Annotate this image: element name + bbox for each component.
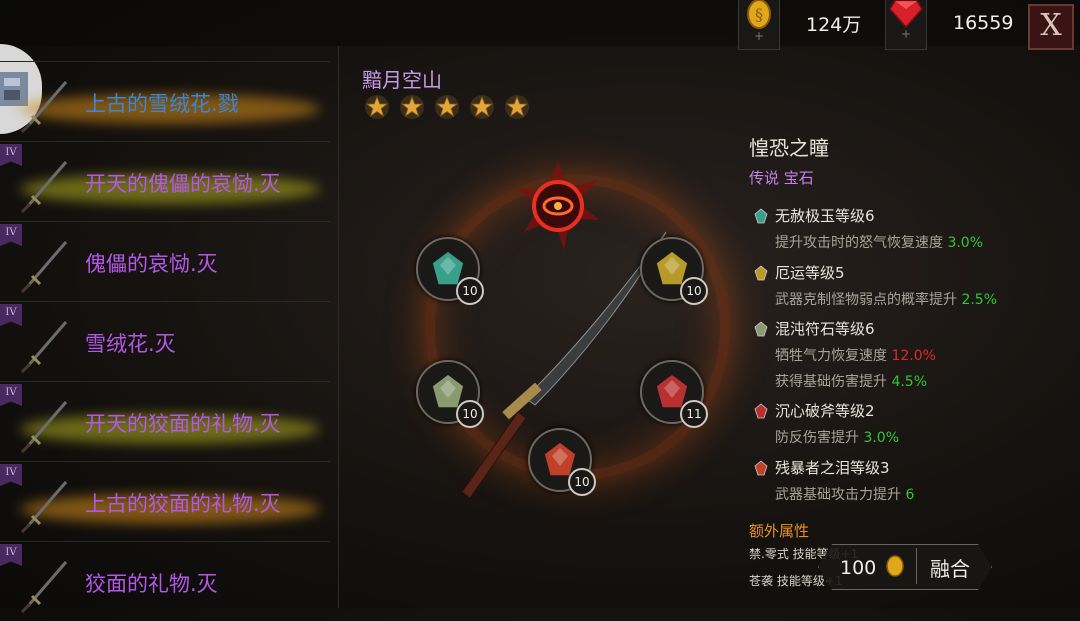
close-button[interactable]: X <box>1028 4 1074 50</box>
gem-socket[interactable]: 10 <box>640 237 708 305</box>
weapon-list-item-name: 雪绒花.灭 <box>85 332 176 356</box>
weapon-list-item[interactable]: IV 狡面的礼物.灭 <box>0 541 330 621</box>
gem-stat-value: 2.5% <box>961 292 998 308</box>
gem-level: 10 <box>568 468 596 496</box>
weapon-thumbnail-icon <box>20 161 68 214</box>
gem-stat-icon <box>754 264 768 280</box>
gem-stat-value: 3.0% <box>863 430 900 446</box>
gem-value: 16559 <box>953 12 1014 34</box>
gem-stat-line: 获得基础伤害提升 4.5% <box>775 371 936 391</box>
gem-stat-value: 3.0% <box>947 235 984 251</box>
weapon-list-item-name: 开天的狡面的礼物.灭 <box>85 412 281 436</box>
gem-stat-line: 提升攻击时的怒气恢复速度 3.0% <box>775 232 983 252</box>
star-icon <box>470 95 494 119</box>
gem-stat-icon <box>754 459 768 475</box>
weapon-list-item-name: 上古的狡面的礼物.灭 <box>85 492 281 516</box>
weapon-list-item[interactable]: IV 开天的傀儡的哀恸.灭 <box>0 141 330 221</box>
fuse-cost: 100 <box>840 554 905 579</box>
fuse-label[interactable]: 融合 <box>930 553 970 582</box>
fuse-cost-value: 100 <box>840 557 877 579</box>
gem-stat-line: 武器基础攻击力提升 6 <box>775 484 914 504</box>
weapon-list-item[interactable]: IV 上古的狡面的礼物.灭 <box>0 461 330 541</box>
gold-coin-icon <box>886 555 905 577</box>
gem-stat-icon <box>754 320 768 336</box>
gem-level: 11 <box>680 400 708 428</box>
gem-stat: 残暴者之泪等级3 武器基础攻击力提升 6 <box>753 457 914 504</box>
gem-stat-name: 厄运等级5 <box>775 264 845 282</box>
gem-level: 10 <box>456 400 484 428</box>
weapon-list-item[interactable]: IV 傀儡的哀恸.灭 <box>0 221 330 301</box>
gem-level: 10 <box>680 277 708 305</box>
svg-text:§: § <box>755 5 763 24</box>
gem-stat: 无赦极玉等级6 提升攻击时的怒气恢复速度 3.0% <box>753 205 983 252</box>
weapon-thumbnail-icon <box>20 321 68 374</box>
plus-icon: + <box>753 28 765 43</box>
gem-stat-value: 4.5% <box>891 374 928 390</box>
gem-socket[interactable]: 10 <box>416 360 484 428</box>
gem-stat-desc: 武器基础攻击力提升 <box>775 487 906 503</box>
gem-stat-name: 残暴者之泪等级3 <box>775 459 890 477</box>
star-icon <box>400 95 424 119</box>
fuse-separator <box>916 548 917 584</box>
gem-stat-icon <box>754 207 768 223</box>
gem-stat-desc: 提升攻击时的怒气恢复速度 <box>775 235 948 251</box>
weapon-thumbnail-icon <box>20 241 68 294</box>
gem-display: + 16559 <box>885 0 1014 50</box>
star-icon <box>365 95 389 119</box>
star-icon <box>505 95 529 119</box>
gem-stat-line: 武器克制怪物弱点的概率提升 2.5% <box>775 289 997 309</box>
gold-add-button[interactable]: § + <box>738 0 780 50</box>
gem-stat-name: 沉心破斧等级2 <box>775 402 875 420</box>
weapon-list-item-name: 开天的傀儡的哀恸.灭 <box>85 172 281 196</box>
weapon-thumbnail-icon <box>20 81 68 134</box>
gem-title: 惶恐之瞳 <box>749 136 829 160</box>
weapon-list-item-name: 傀儡的哀恸.灭 <box>85 252 218 276</box>
ruby-gem-icon <box>889 0 923 28</box>
gem-stat-desc: 防反伤害提升 <box>775 430 864 446</box>
weapon-name: 黯月空山 <box>362 68 442 92</box>
gem-socket[interactable]: 10 <box>416 237 484 305</box>
gem-stat: 混沌符石等级6 牺牲气力恢复速度 12.0% 获得基础伤害提升 4.5% <box>753 318 936 391</box>
gem-stat-line: 牺牲气力恢复速度 12.0% <box>775 345 936 365</box>
gold-display: § + 124万 <box>738 0 862 50</box>
gem-stat-name: 混沌符石等级6 <box>775 320 875 338</box>
weapon-thumbnail-icon <box>20 561 68 614</box>
weapon-list: 上古的雪绒花.戮 IV 开天的傀儡的哀恸.灭 IV 傀儡的哀恸.灭 IV 雪绒花.灭 I… <box>0 61 330 621</box>
gem-stat-desc: 武器克制怪物弱点的概率提升 <box>775 292 962 308</box>
weapon-thumbnail-icon <box>20 401 68 454</box>
gem-socket[interactable]: 10 <box>528 428 596 496</box>
gem-stat: 沉心破斧等级2 防反伤害提升 3.0% <box>753 400 899 447</box>
gold-coin-icon: § <box>747 0 771 29</box>
gold-value: 124万 <box>806 13 862 36</box>
gem-level: 10 <box>456 277 484 305</box>
weapon-list-item[interactable]: IV 开天的狡面的礼物.灭 <box>0 381 330 461</box>
gem-stat: 厄运等级5 武器克制怪物弱点的概率提升 2.5% <box>753 262 997 309</box>
gem-stat-icon <box>754 402 768 418</box>
gem-socket[interactable]: 11 <box>640 360 708 428</box>
weapon-list-item-name: 狡面的礼物.灭 <box>85 572 218 596</box>
extra-attributes-title: 额外属性 <box>749 522 810 540</box>
gem-stat-value: 6 <box>905 487 915 503</box>
weapon-list-item-name: 上古的雪绒花.戮 <box>85 92 239 116</box>
gem-stat-value: 12.0% <box>891 348 936 364</box>
gem-add-button[interactable]: + <box>885 0 927 50</box>
gem-stat-line: 防反伤害提升 3.0% <box>775 427 899 447</box>
weapon-list-item[interactable]: IV 雪绒花.灭 <box>0 301 330 381</box>
gem-rarity: 传说 宝石 <box>749 169 814 187</box>
weapon-list-item[interactable]: 上古的雪绒花.戮 <box>0 61 330 141</box>
plus-icon: + <box>900 26 912 41</box>
gem-stat-desc: 获得基础伤害提升 <box>775 374 892 390</box>
gem-stat-desc: 牺牲气力恢复速度 <box>775 348 892 364</box>
gem-stat-name: 无赦极玉等级6 <box>775 207 875 225</box>
divider <box>338 46 339 608</box>
star-rating <box>364 94 530 120</box>
weapon-thumbnail-icon <box>20 481 68 534</box>
star-icon <box>435 95 459 119</box>
